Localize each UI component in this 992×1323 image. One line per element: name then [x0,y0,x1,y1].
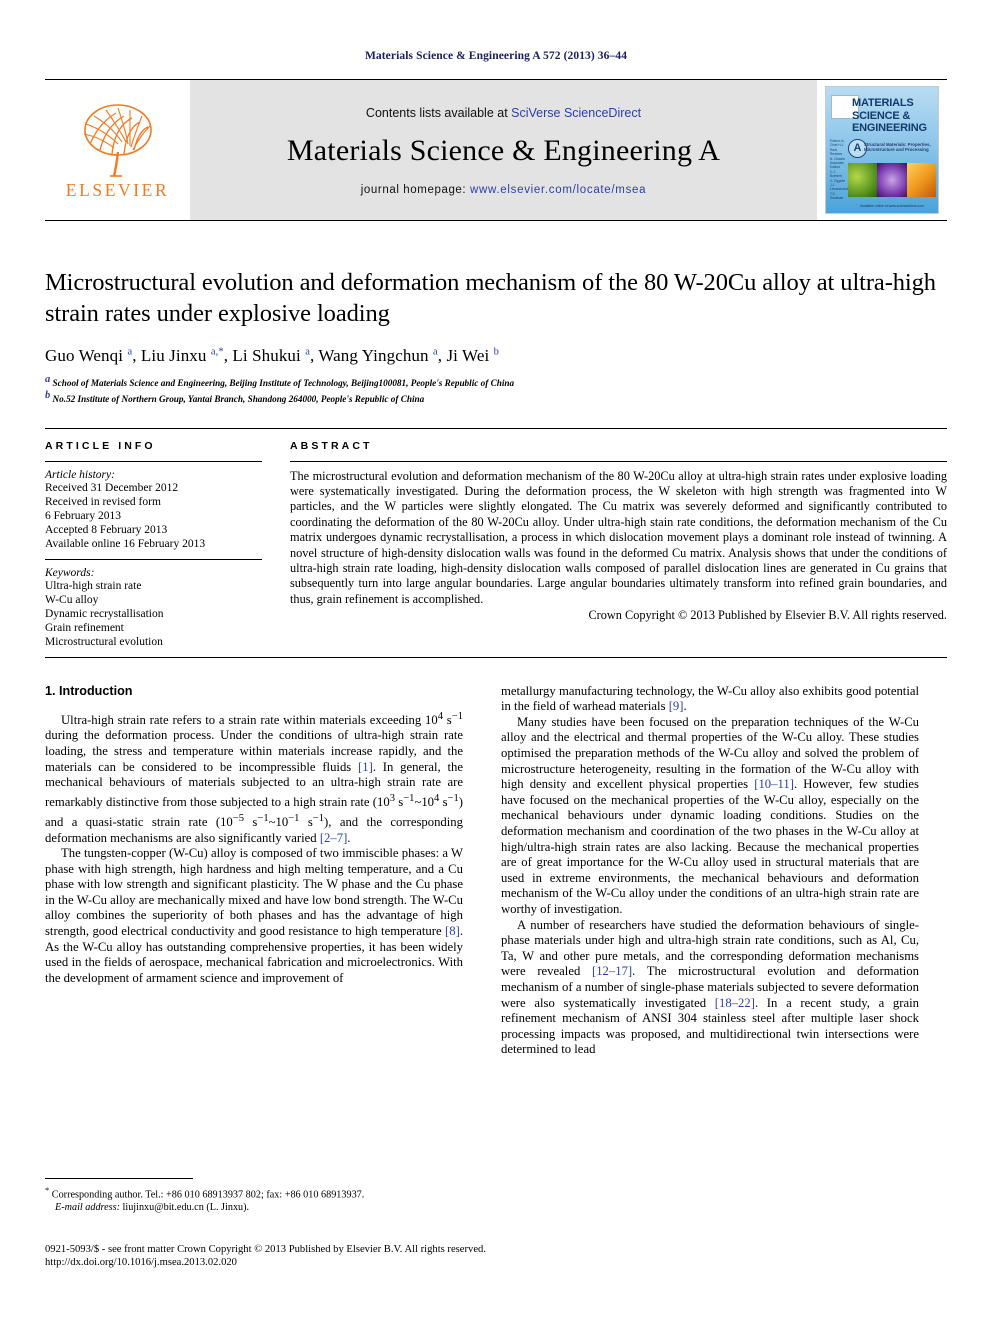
history-item: Accepted 8 February 2013 [45,524,168,537]
cover-title-line1: MATERIALS [852,97,914,109]
journal-cover-container: MATERIALS SCIENCE & ENGINEERING Editors-… [817,80,947,220]
doi-link[interactable]: http://dx.doi.org/10.1016/j.msea.2013.02… [45,1256,486,1269]
cover-bottom-note: Available online at www.sciencedirect.co… [860,203,924,208]
journal-masthead: ELSEVIER Contents lists available at Sci… [45,79,947,221]
corresponding-author-footnote: * Corresponding author. Tel.: +86 010 68… [45,1178,463,1215]
body-two-column: 1. Introduction Ultra-high strain rate r… [45,684,947,1058]
history-item: Available online 16 February 2013 [45,538,206,551]
abstract-copyright: Crown Copyright © 2013 Published by Else… [588,608,947,623]
article-info-rule [45,460,262,462]
keyword-item: Microstructural evolution [45,636,163,649]
elsevier-wordmark: ELSEVIER [65,179,170,200]
journal-cover-thumbnail: MATERIALS SCIENCE & ENGINEERING Editors-… [825,86,939,214]
cover-title-line2: SCIENCE & [852,109,911,122]
masthead-center: Contents lists available at SciVerse Sci… [190,80,817,220]
article-info-label: ARTICLE INFO [45,439,156,452]
running-head: Materials Science & Engineering A 572 (2… [364,50,628,62]
history-item: Received 31 December 2012 [45,481,179,494]
intro-paragraph: metallurgy manufacturing technology, the… [501,683,919,714]
article-title: Microstructural evolution and deformatio… [45,269,936,327]
affiliation-b: b No.52 Institute of Northern Group, Yan… [45,390,947,406]
cover-editorial-column: Editors-in-Chief H.J. Rack Reviews N. Ch… [830,139,850,201]
info-abstract-bottom-rule [45,656,947,658]
journal-homepage-link[interactable]: www.elsevier.com/locate/msea [470,184,646,196]
sciencedirect-link[interactable]: SciVerse ScienceDirect [511,106,641,120]
keyword-item: Ultra-high strain rate [45,579,142,592]
cover-micrograph-orange [906,163,936,197]
page-footer: 0921-5093/$ - see front matter Crown Cop… [45,1243,486,1270]
elsevier-logo: ELSEVIER [45,80,190,220]
email-line: E-mail address: liujinxu@bit.edu.cn (L. … [45,1202,463,1215]
affiliations: a School of Materials Science and Engine… [45,374,947,406]
affiliation-mark-a: a [45,374,51,385]
article-history-title: Article history: [45,468,115,481]
issn-copyright-line: 0921-5093/$ - see front matter Crown Cop… [45,1244,486,1255]
abstract-text: The microstructural evolution and deform… [290,468,947,606]
body-right-column: metallurgy manufacturing technology, the… [501,684,919,1058]
affiliation-mark-b: b [45,390,51,402]
title-block: Microstructural evolution and deformatio… [45,267,947,406]
elsevier-tree-icon [83,103,152,177]
affiliation-a-text: School of Materials Science and Engineer… [52,378,515,389]
cover-micrograph-green [848,163,878,197]
corresponding-author-line: * Corresponding author. Tel.: +86 010 68… [45,1185,365,1201]
cover-title-line3: ENGINEERING [852,122,927,134]
history-item: Received in revised form [45,495,161,508]
section-heading-introduction: 1. Introduction [45,683,133,698]
contents-available-line: Contents lists available at SciVerse Sci… [366,106,641,120]
abstract-label: ABSTRACT [290,439,373,452]
intro-paragraph: Many studies have been focused on the pr… [501,714,919,916]
intro-paragraph: A number of researchers have studied the… [501,917,920,1057]
abstract-column: ABSTRACT The microstructural evolution a… [290,440,947,650]
affiliation-a: a School of Materials Science and Engine… [45,374,947,390]
cover-title: MATERIALS SCIENCE & ENGINEERING [852,97,927,135]
keywords-title: Keywords: [45,566,95,579]
paper-page: Materials Science & Engineering A 572 (2… [0,0,992,1323]
article-history-list: Received 31 December 2012 Received in re… [45,481,262,552]
email-label: E-mail address: [55,1201,120,1213]
history-item: 6 February 2013 [45,510,122,523]
journal-homepage-line: journal homepage: www.elsevier.com/locat… [361,184,646,196]
intro-paragraph: Ultra-high strain rate refers to a strai… [45,710,464,845]
homepage-prefix: journal homepage: [360,183,471,196]
info-abstract-section: ARTICLE INFO Article history: Received 3… [45,427,947,650]
abstract-rule [290,460,947,462]
email-value[interactable]: liujinxu@bit.edu.cn (L. Jinxu). [123,1202,250,1213]
keyword-item: Grain refinement [45,622,124,635]
keywords-list: Ultra-high strain rate W-Cu alloy Dynami… [45,579,262,650]
intro-paragraph: The tungsten-copper (W-Cu) alloy is comp… [45,846,463,985]
cover-micrograph-purple [877,163,907,197]
body-left-column: 1. Introduction Ultra-high strain rate r… [45,684,463,1058]
contents-prefix: Contents lists available at [365,105,512,120]
author-list: Guo Wenqi a, Liu Jinxu a,*, Li Shukui a,… [45,346,499,365]
keyword-item: W-Cu alloy [45,593,99,606]
footnote-rule [45,1178,193,1179]
keywords-rule [45,558,262,560]
keyword-item: Dynamic recrystallisation [45,608,164,621]
article-info-column: ARTICLE INFO Article history: Received 3… [45,440,290,650]
affiliation-b-text: No.52 Institute of Northern Group, Yanta… [52,394,425,405]
cover-subtitle: Structural Materials: Properties, Micros… [864,142,931,153]
journal-title: Materials Science & Engineering A [286,133,721,167]
cover-micrograph-strip [848,163,936,197]
